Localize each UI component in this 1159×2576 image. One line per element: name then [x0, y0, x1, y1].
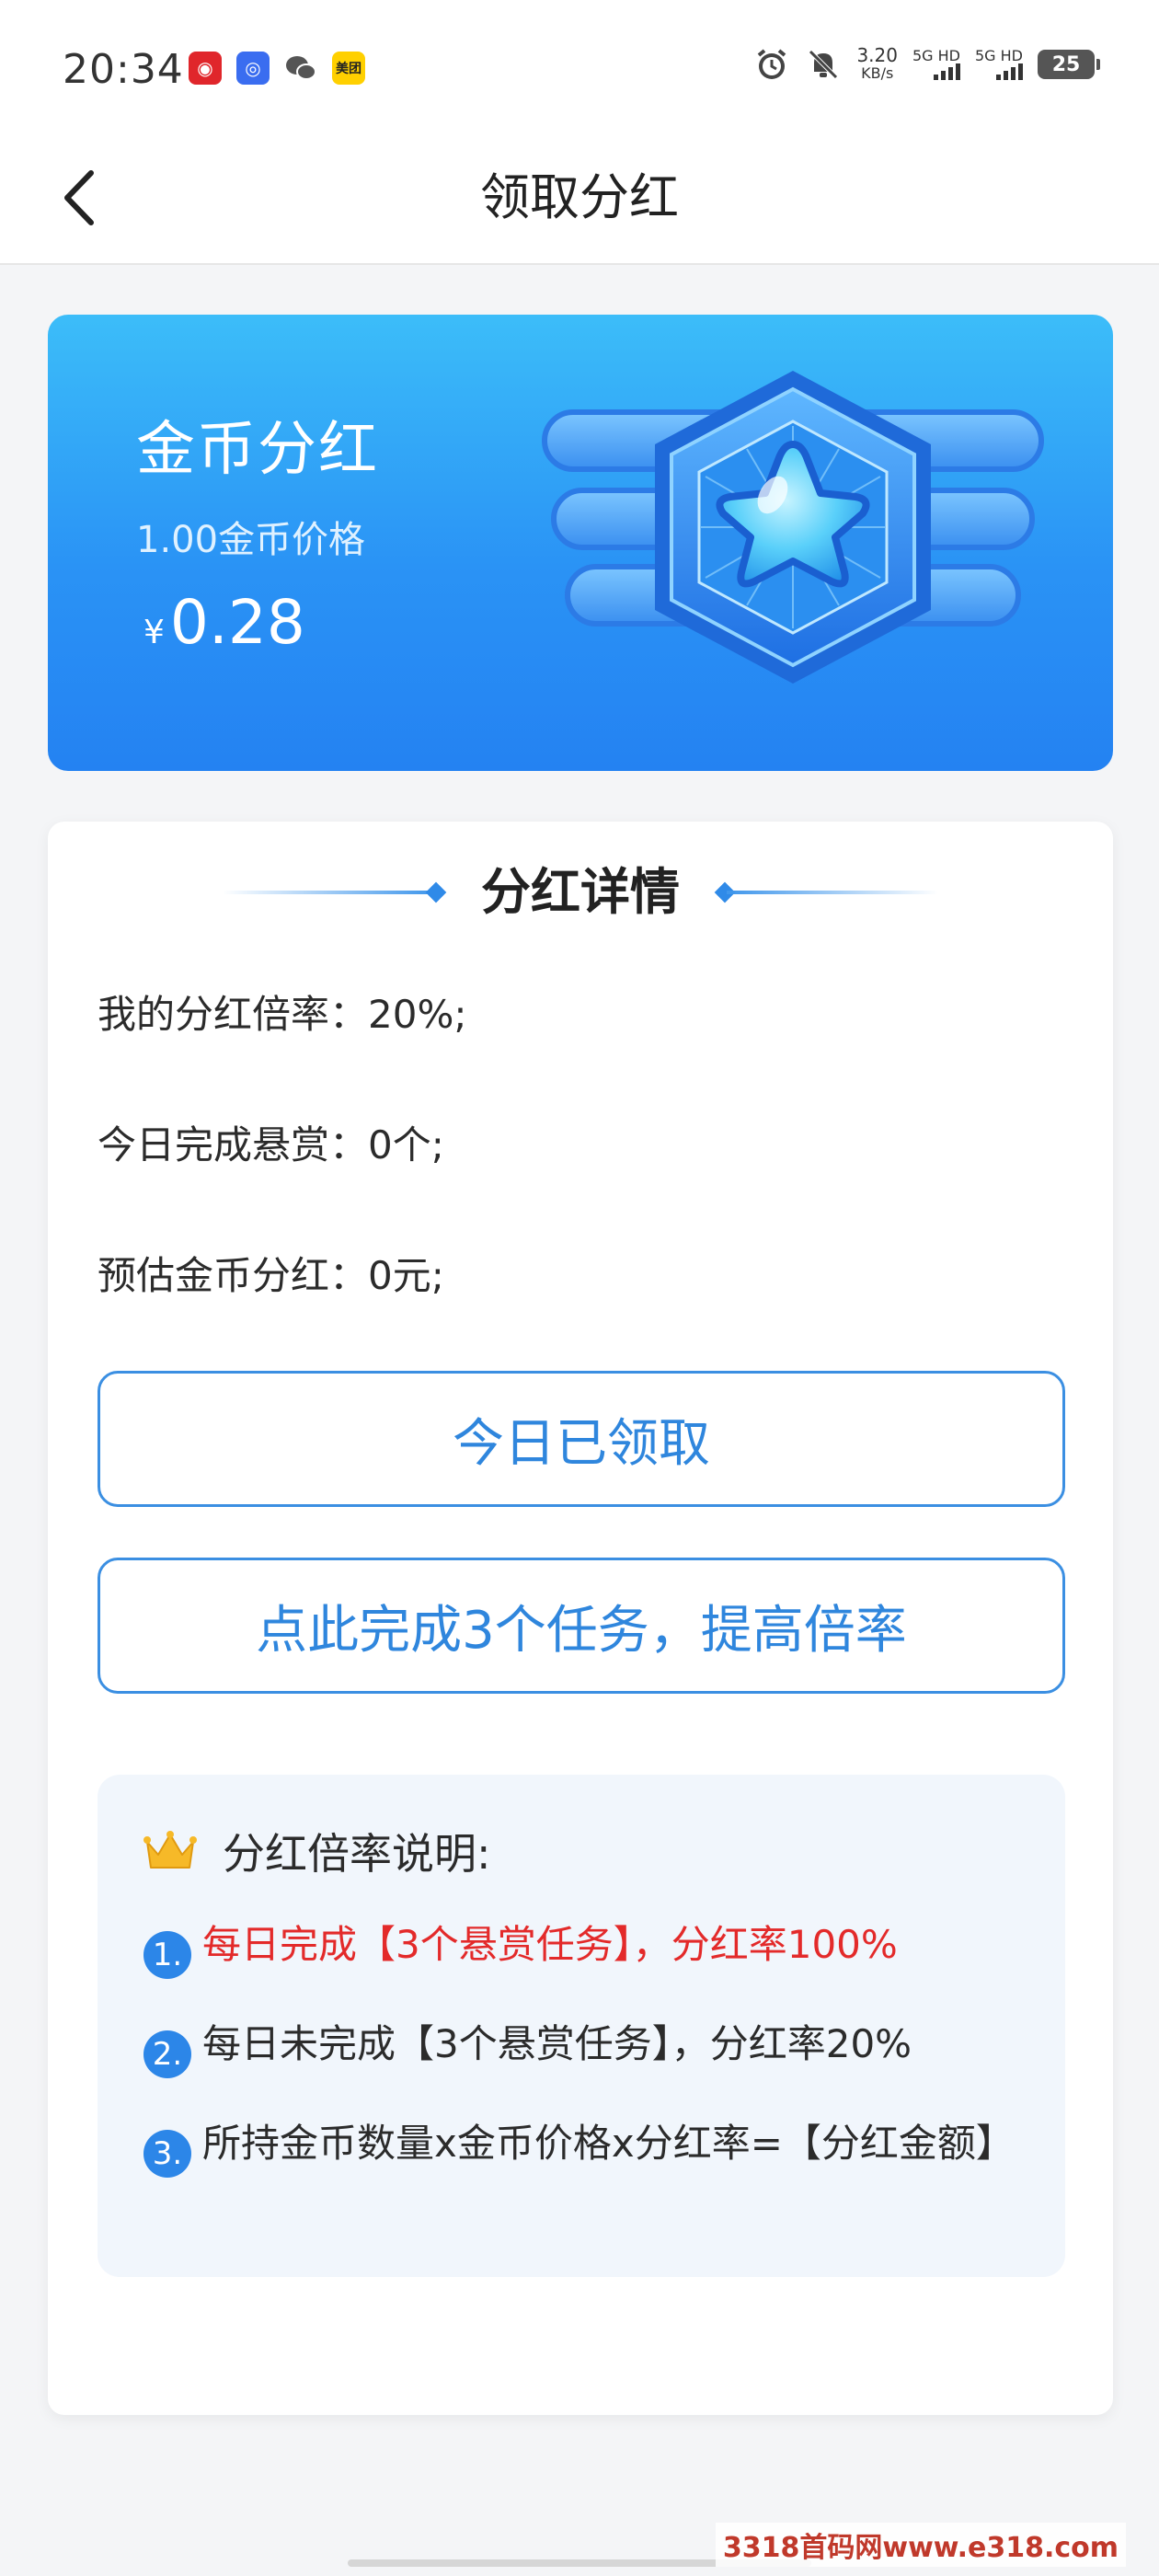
net-speed-unit: KB/s [861, 64, 894, 82]
rule-1-rate: 分红率100% [671, 1922, 898, 1967]
complete-tasks-button[interactable]: 点此完成3个任务，提高倍率 [98, 1558, 1065, 1694]
rule-2-text: 每日未完成【3个悬赏任务】，分红率20% [202, 2021, 912, 2066]
status-bar: 20:34 ◉ ◎ 美团 3.20 KB/s 5G HD 5G HD 25 [0, 0, 1159, 138]
meituan-icon: 美团 [332, 52, 365, 85]
number-badge: 2. [143, 2030, 191, 2078]
battery-icon: 25 [1038, 50, 1100, 79]
rule-item-1: 1. 每日完成【3个悬赏任务】，分红率100% [143, 1918, 1027, 1979]
amount-value: 0.28 [169, 587, 305, 658]
qq-icon: ◎ [236, 52, 270, 85]
alarm-icon [758, 49, 786, 79]
star-badge-icon [542, 371, 1044, 684]
coin-price-label: 1.00金币价格 [136, 519, 366, 561]
rule-1-text: 每日完成【3个悬赏任务】， [202, 1922, 671, 1967]
crown-icon [143, 1831, 197, 1869]
notification-icons: ◉ ◎ 美团 [189, 52, 365, 85]
page-title: 领取分红 [480, 168, 679, 226]
dividend-detail-card: 分红详情 我的分红倍率：20%; 今日完成悬赏：0个; 预估金币分红：0元; 今… [48, 822, 1113, 2415]
network-speed: 3.20 KB/s [856, 46, 898, 83]
net-speed-value: 3.20 [856, 44, 898, 66]
netease-music-icon: ◉ [189, 52, 222, 85]
number-badge: 3. [143, 2130, 191, 2178]
dividend-amount: ¥0.28 [143, 587, 305, 658]
signal-2: 5G HD [975, 49, 1023, 80]
signal-bars-icon [933, 63, 960, 80]
completed-bounty-line: 今日完成悬赏：0个; [98, 1122, 444, 1167]
decor-line [727, 891, 938, 894]
status-time: 20:34 [63, 46, 184, 93]
signal-2-label: 5G HD [974, 47, 1023, 64]
dividend-summary-card: 金币分红 1.00金币价格 ¥0.28 [48, 315, 1113, 771]
nav-bar: 领取分红 [0, 138, 1159, 265]
rate-explanation-header: 分红倍率说明: [143, 1821, 491, 1881]
section-title: 分红详情 [481, 863, 680, 921]
dividend-rate-line: 我的分红倍率：20%; [98, 992, 467, 1037]
wechat-icon [284, 52, 317, 85]
rule-3-text: 所持金币数量x金币价格x分红率=【分红金额】 [202, 2121, 1015, 2166]
signal-1: 5G HD [912, 49, 960, 80]
hero-title: 金币分红 [136, 416, 379, 484]
signal-1-label: 5G HD [912, 47, 960, 64]
watermark: 3318首码网www.e318.com [715, 2523, 1126, 2567]
mute-icon [809, 50, 839, 79]
rate-explanation-box: 分红倍率说明: 1. 每日完成【3个悬赏任务】，分红率100% 2. 每日未完成【3… [98, 1775, 1065, 2277]
currency-symbol: ¥ [143, 614, 165, 651]
rule-item-3: 3. 所持金币数量x金币价格x分红率=【分红金额】 [143, 2117, 1027, 2178]
rate-explanation-title: 分红倍率说明: [223, 1829, 491, 1879]
number-badge: 1. [143, 1931, 191, 1979]
claimed-today-button[interactable]: 今日已领取 [98, 1371, 1065, 1507]
rule-item-2: 2. 每日未完成【3个悬赏任务】，分红率20% [143, 2018, 1027, 2078]
signal-bars-icon [996, 63, 1023, 80]
estimated-dividend-line: 预估金币分红：0元; [98, 1253, 444, 1298]
status-right: 3.20 KB/s 5G HD 5G HD 25 [753, 46, 1100, 83]
section-header: 分红详情 [48, 860, 1113, 925]
